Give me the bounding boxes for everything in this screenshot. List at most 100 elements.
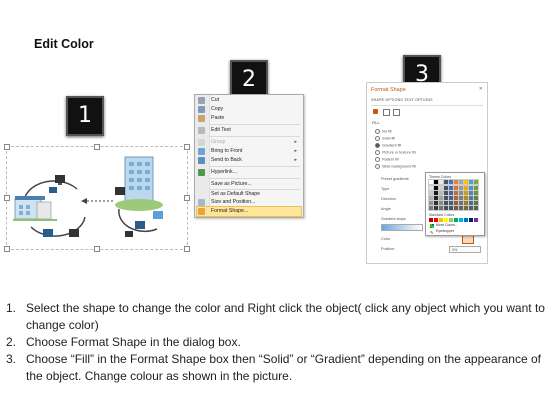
color-swatch[interactable]	[473, 200, 479, 206]
color-swatch[interactable]	[433, 190, 439, 196]
color-swatch[interactable]	[459, 218, 463, 222]
color-swatch[interactable]	[474, 218, 478, 222]
color-swatch[interactable]	[448, 185, 454, 191]
fill-option-picture[interactable]: Picture or texture fill	[375, 150, 416, 155]
color-swatch[interactable]	[463, 179, 469, 185]
close-icon[interactable]: ✕	[479, 86, 483, 92]
menu-item-edit-text[interactable]: Edit Text	[211, 126, 231, 135]
color-swatch[interactable]	[463, 190, 469, 196]
color-swatch[interactable]	[463, 195, 469, 201]
color-swatch[interactable]	[438, 179, 444, 185]
color-picker-button[interactable]	[462, 235, 474, 244]
selection-handle[interactable]	[184, 246, 190, 252]
color-swatch[interactable]	[453, 179, 459, 185]
color-swatch[interactable]	[473, 190, 479, 196]
color-swatch[interactable]	[464, 218, 468, 222]
selection-handle[interactable]	[94, 144, 100, 150]
selection-handle[interactable]	[4, 144, 10, 150]
menu-item-send-to-back[interactable]: Send to Back	[211, 156, 242, 165]
color-swatch[interactable]	[473, 205, 479, 211]
color-swatch[interactable]	[438, 200, 444, 206]
color-swatch[interactable]	[448, 179, 454, 185]
menu-item-format-shape[interactable]: Format Shape...	[211, 207, 248, 216]
pane-tabs[interactable]: SHAPE OPTIONS TEXT OPTIONS	[371, 98, 433, 102]
size-properties-icon[interactable]	[393, 109, 400, 116]
fill-option-solid[interactable]: Solid fill	[375, 136, 395, 141]
color-swatch[interactable]	[468, 205, 474, 211]
color-swatch[interactable]	[448, 195, 454, 201]
menu-item-save-as-picture[interactable]: Save as Picture...	[211, 180, 252, 189]
color-swatch[interactable]	[448, 205, 454, 211]
color-swatch[interactable]	[454, 218, 458, 222]
fill-option-slide-background[interactable]: Slide background fill	[375, 164, 416, 169]
color-swatch[interactable]	[433, 205, 439, 211]
color-swatch[interactable]	[458, 205, 464, 211]
menu-item-group[interactable]: Group	[211, 138, 225, 147]
color-swatch[interactable]	[443, 179, 449, 185]
color-swatch[interactable]	[443, 185, 449, 191]
color-swatch[interactable]	[468, 190, 474, 196]
selected-shape-illustration[interactable]	[4, 144, 190, 252]
color-swatch[interactable]	[428, 185, 434, 191]
menu-item-cut[interactable]: Cut	[211, 96, 219, 105]
color-swatch[interactable]	[439, 218, 443, 222]
color-swatch[interactable]	[468, 179, 474, 185]
color-swatch[interactable]	[463, 200, 469, 206]
color-swatch[interactable]	[458, 195, 464, 201]
color-swatch[interactable]	[443, 195, 449, 201]
color-swatch[interactable]	[444, 218, 448, 222]
color-swatch[interactable]	[453, 190, 459, 196]
color-swatch[interactable]	[453, 205, 459, 211]
menu-item-bring-to-front[interactable]: Bring to Front	[211, 147, 242, 156]
color-swatch[interactable]	[434, 218, 438, 222]
color-swatch[interactable]	[443, 205, 449, 211]
color-swatch[interactable]	[468, 185, 474, 191]
color-swatch[interactable]	[453, 200, 459, 206]
position-input[interactable]: 0%	[449, 246, 481, 253]
pentagon-icon[interactable]	[383, 109, 390, 116]
color-swatch[interactable]	[468, 195, 474, 201]
fill-option-pattern[interactable]: Pattern fill	[375, 157, 399, 162]
fill-bucket-icon[interactable]	[373, 109, 378, 114]
color-swatch[interactable]	[448, 200, 454, 206]
color-swatch[interactable]	[428, 195, 434, 201]
fill-section-header[interactable]: FILL	[372, 121, 380, 125]
color-swatch[interactable]	[473, 179, 479, 185]
selection-handle[interactable]	[4, 246, 10, 252]
menu-item-paste[interactable]: Paste	[211, 114, 224, 123]
color-swatch[interactable]	[438, 185, 444, 191]
color-swatch[interactable]	[469, 218, 473, 222]
color-swatch[interactable]	[428, 200, 434, 206]
selection-handle[interactable]	[4, 195, 10, 201]
color-swatch[interactable]	[433, 200, 439, 206]
color-swatch[interactable]	[443, 190, 449, 196]
menu-item-copy[interactable]: Copy	[211, 105, 223, 114]
more-colors-link[interactable]: More Colors...	[436, 223, 458, 227]
color-swatch[interactable]	[433, 179, 439, 185]
color-swatch[interactable]	[453, 195, 459, 201]
menu-item-size-and-position[interactable]: Size and Position...	[211, 198, 255, 207]
color-swatch[interactable]	[429, 218, 433, 222]
color-swatch[interactable]	[448, 190, 454, 196]
color-swatch[interactable]	[458, 190, 464, 196]
fill-option-gradient[interactable]: Gradient fill	[375, 143, 401, 148]
color-swatch[interactable]	[468, 200, 474, 206]
selection-handle[interactable]	[184, 144, 190, 150]
color-swatch[interactable]	[438, 205, 444, 211]
color-swatch[interactable]	[463, 185, 469, 191]
gradient-stops-bar[interactable]	[381, 224, 423, 231]
color-swatch[interactable]	[458, 179, 464, 185]
color-swatch[interactable]	[433, 195, 439, 201]
color-swatch[interactable]	[449, 218, 453, 222]
eyedropper-link[interactable]: Eyedropper	[436, 229, 454, 233]
color-swatch[interactable]	[438, 190, 444, 196]
fill-option-no-fill[interactable]: No fill	[375, 129, 392, 134]
menu-item-hyperlink[interactable]: Hyperlink...	[211, 168, 237, 177]
color-swatch[interactable]	[458, 200, 464, 206]
color-swatch[interactable]	[453, 185, 459, 191]
color-swatch[interactable]	[438, 195, 444, 201]
color-swatch[interactable]	[428, 179, 434, 185]
color-swatch[interactable]	[473, 195, 479, 201]
selection-handle[interactable]	[94, 246, 100, 252]
color-swatch[interactable]	[428, 190, 434, 196]
